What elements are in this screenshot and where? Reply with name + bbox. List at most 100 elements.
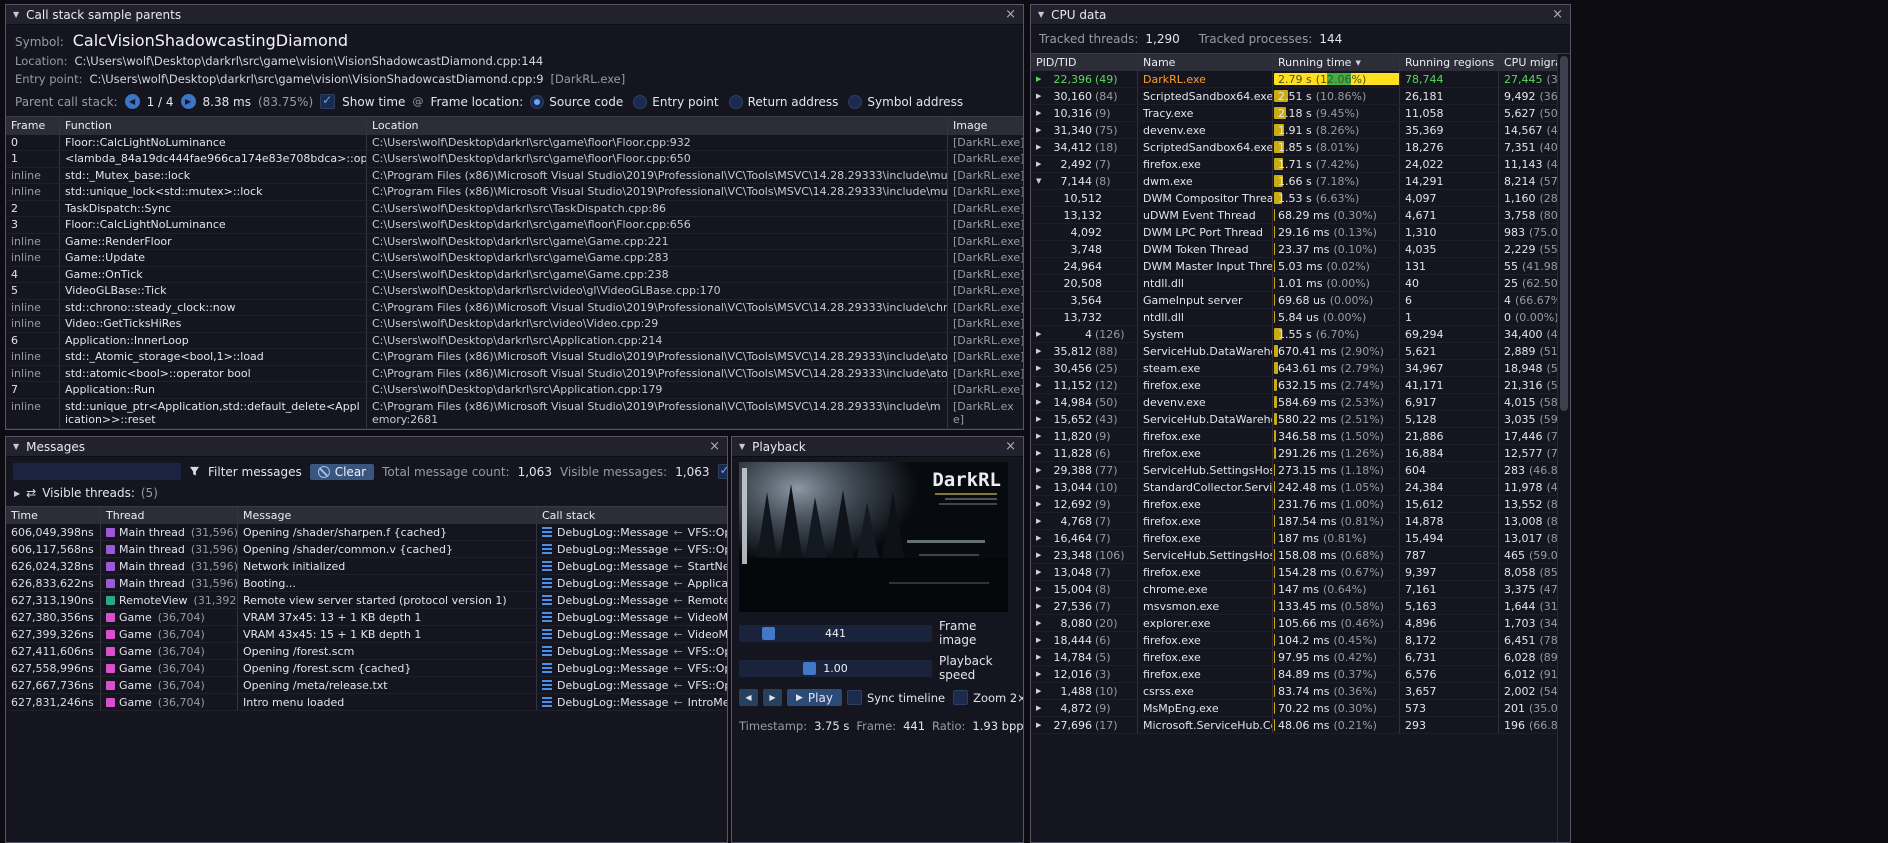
expand-arrow-icon[interactable]: ▼ <box>1036 177 1045 185</box>
callstack-cell[interactable]: DebugLog::Message←Application: <box>537 575 727 591</box>
callstack-cell[interactable]: DebugLog::Message←VFS::Open <box>537 524 727 540</box>
callstack-row[interactable]: inlineGame::RenderFloorC:\Users\wolf\Des… <box>6 234 1023 251</box>
callstack-row[interactable]: inlinestd::chrono::steady_clock::nowC:\P… <box>6 300 1023 317</box>
sync-timeline-checkbox[interactable] <box>847 690 862 705</box>
callstack-row[interactable]: 2TaskDispatch::SyncC:\Users\wolf\Desktop… <box>6 201 1023 218</box>
cpu-row[interactable]: ▶30,160(84)ScriptedSandbox64.exe2.51 s(1… <box>1031 88 1558 105</box>
playback-titlebar[interactable]: ▼ Playback × <box>732 437 1023 457</box>
scrollbar-thumb[interactable] <box>1560 56 1568 411</box>
cpu-row[interactable]: ▶29,388(77)ServiceHub.SettingsHost273.15… <box>1031 462 1558 479</box>
cpu-scrollbar[interactable] <box>1557 54 1570 842</box>
column-header[interactable]: Name <box>1138 54 1273 71</box>
expand-arrow-icon[interactable]: ▶ <box>1036 670 1045 678</box>
cpu-row[interactable]: ▶8,080(20)explorer.exe105.66 ms(0.46%)4,… <box>1031 615 1558 632</box>
expand-arrow-icon[interactable]: ▶ <box>1036 534 1045 542</box>
callstack-row[interactable]: inlineGame::UpdateC:\Users\wolf\Desktop\… <box>6 250 1023 267</box>
show-frame-image-checkbox[interactable] <box>718 464 727 479</box>
cpu-row[interactable]: ▶11,820(9)firefox.exe346.58 ms(1.50%)21,… <box>1031 428 1558 445</box>
cpu-row[interactable]: ▶14,984(50)devenv.exe584.69 ms(2.53%)6,9… <box>1031 394 1558 411</box>
close-icon[interactable]: × <box>1552 8 1563 21</box>
message-row[interactable]: 606,117,568nsMain thread(31,596)Opening … <box>6 541 727 558</box>
cpu-row[interactable]: ▶35,812(88)ServiceHub.DataWarehou670.41 … <box>1031 343 1558 360</box>
cpu-row[interactable]: 13,732ntdll.dll5.84 us(0.00%)10(0.00%) <box>1031 309 1558 326</box>
callstack-row[interactable]: 4Game::OnTickC:\Users\wolf\Desktop\darkr… <box>6 267 1023 284</box>
expand-arrow-icon[interactable]: ▶ <box>1036 551 1045 559</box>
column-header[interactable]: Message <box>238 507 537 524</box>
expand-arrow-icon[interactable]: ▶ <box>1036 704 1045 712</box>
cpu-row[interactable]: ▶11,828(6)firefox.exe291.26 ms(1.26%)16,… <box>1031 445 1558 462</box>
messages-titlebar[interactable]: ▼ Messages × <box>6 437 727 457</box>
message-row[interactable]: 627,313,190nsRemoteView(31,392)Remote vi… <box>6 592 727 609</box>
callstack-row[interactable]: 7Application::RunC:\Users\wolf\Desktop\d… <box>6 382 1023 399</box>
expand-arrow-icon[interactable]: ▶ <box>1036 432 1045 440</box>
callstack-row[interactable]: inlinestd::atomic<bool>::operator boolC:… <box>6 366 1023 383</box>
message-row[interactable]: 627,667,736nsGame(36,704)Opening /meta/r… <box>6 677 727 694</box>
cpu-row[interactable]: ▶18,444(6)firefox.exe104.2 ms(0.45%)8,17… <box>1031 632 1558 649</box>
callstack-cell[interactable]: DebugLog::Message←VFS::Open <box>537 541 727 557</box>
cpu-row[interactable]: ▶31,340(75)devenv.exe1.91 s(8.26%)35,369… <box>1031 122 1558 139</box>
callstack-row[interactable]: inlineVideo::GetTicksHiResC:\Users\wolf\… <box>6 316 1023 333</box>
cpu-row[interactable]: ▶12,016(3)firefox.exe84.89 ms(0.37%)6,57… <box>1031 666 1558 683</box>
cpu-row[interactable]: ▼7,144(8)dwm.exe1.66 s(7.18%)14,2918,214… <box>1031 173 1558 190</box>
callstack-cell[interactable]: DebugLog::Message←VFS::Open <box>537 643 727 659</box>
prev-frame-button[interactable]: ◀ <box>739 689 758 706</box>
cpu-row[interactable]: 4,092DWM LPC Port Thread29.16 ms(0.13%)1… <box>1031 224 1558 241</box>
prev-parent-button[interactable]: ◀ <box>125 94 140 109</box>
column-header[interactable]: Call stack <box>537 507 727 524</box>
callstack-cell[interactable]: DebugLog::Message←IntroMenu:: <box>537 694 727 710</box>
expand-arrow-icon[interactable]: ▶ <box>1036 398 1045 406</box>
cpu-row[interactable]: ▶1,488(10)csrss.exe83.74 ms(0.36%)3,6572… <box>1031 683 1558 700</box>
cpu-row[interactable]: ▶12,692(9)firefox.exe231.76 ms(1.00%)15,… <box>1031 496 1558 513</box>
expand-arrow-icon[interactable]: ▶ <box>1036 687 1045 695</box>
cpu-row[interactable]: ▶14,784(5)firefox.exe97.95 ms(0.42%)6,73… <box>1031 649 1558 666</box>
cpu-row[interactable]: ▶22,396(49)DarkRL.exe2.79 s(12.06%)78,74… <box>1031 71 1558 88</box>
cpu-row[interactable]: ▶15,652(43)ServiceHub.DataWarehou580.22 … <box>1031 411 1558 428</box>
callstack-row[interactable]: 3Floor::CalcLightNoLuminanceC:\Users\wol… <box>6 217 1023 234</box>
cpu-row[interactable]: ▶13,048(7)firefox.exe154.28 ms(0.67%)9,3… <box>1031 564 1558 581</box>
location-path[interactable]: C:\Users\wolf\Desktop\darkrl\src\game\vi… <box>75 54 544 68</box>
callstack-row[interactable]: inlinestd::unique_lock<std::mutex>::lock… <box>6 184 1023 201</box>
callstack-row[interactable]: 1<lambda_84a19dc444fae966ca174e83e708bdc… <box>6 151 1023 168</box>
expand-arrow-icon[interactable]: ▶ <box>1036 449 1045 457</box>
column-header[interactable]: Thread <box>101 507 238 524</box>
callstack-row[interactable]: inlinestd::_Mutex_base::lockC:\Program F… <box>6 168 1023 185</box>
expand-arrow-icon[interactable]: ▶ <box>1036 109 1045 117</box>
expand-arrow-icon[interactable]: ▶ <box>1036 517 1045 525</box>
radio-symbol-address[interactable]: Symbol address <box>848 95 963 109</box>
expand-arrow-icon[interactable]: ▶ <box>1036 636 1045 644</box>
next-parent-button[interactable]: ▶ <box>181 94 196 109</box>
message-row[interactable]: 626,024,328nsMain thread(31,596)Network … <box>6 558 727 575</box>
message-row[interactable]: 627,558,996nsGame(36,704)Opening /forest… <box>6 660 727 677</box>
cpu-row[interactable]: ▶16,464(7)firefox.exe187 ms(0.81%)15,494… <box>1031 530 1558 547</box>
expand-arrow-icon[interactable]: ▶ <box>1036 364 1045 372</box>
filter-input[interactable] <box>13 463 181 480</box>
expand-arrow-icon[interactable]: ▶ <box>1036 585 1045 593</box>
collapse-arrow-icon[interactable]: ▼ <box>1038 10 1044 19</box>
expand-arrow-icon[interactable]: ▶ <box>1036 415 1045 423</box>
play-button[interactable]: ▶ Play <box>787 689 842 706</box>
close-icon[interactable]: × <box>1005 8 1016 21</box>
collapse-arrow-icon[interactable]: ▼ <box>739 442 745 451</box>
cpu-row[interactable]: ▶10,316(9)Tracy.exe2.18 s(9.45%)11,0585,… <box>1031 105 1558 122</box>
expand-arrow-icon[interactable]: ▶ <box>1036 75 1045 83</box>
expand-arrow-icon[interactable]: ▶ <box>1036 466 1045 474</box>
expand-arrow-icon[interactable]: ▶ <box>1036 126 1045 134</box>
collapse-arrow-icon[interactable]: ▼ <box>13 442 19 451</box>
message-row[interactable]: 606,049,398nsMain thread(31,596)Opening … <box>6 524 727 541</box>
callstack-cell[interactable]: DebugLog::Message←VFS::Open <box>537 677 727 693</box>
expand-arrow-icon[interactable]: ▶ <box>1036 721 1045 729</box>
expand-arrow-icon[interactable]: ▶ <box>1036 330 1045 338</box>
cpu-row[interactable]: 20,508ntdll.dll1.01 ms(0.00%)4025(62.50%… <box>1031 275 1558 292</box>
expand-arrow-icon[interactable]: ▶ <box>1036 568 1045 576</box>
visible-threads-row[interactable]: ▶ ⇄ Visible threads: (5) <box>6 485 727 506</box>
cpu-row[interactable]: ▶4,768(7)firefox.exe187.54 ms(0.81%)14,8… <box>1031 513 1558 530</box>
speed-slider[interactable]: 1.00 <box>739 660 932 677</box>
message-row[interactable]: 626,833,622nsMain thread(31,596)Booting.… <box>6 575 727 592</box>
cpu-row[interactable]: ▶34,412(18)ScriptedSandbox64.exe1.85 s(8… <box>1031 139 1558 156</box>
callstack-row[interactable]: 0Floor::CalcLightNoLuminanceC:\Users\wol… <box>6 135 1023 152</box>
cpu-row[interactable]: 13,132uDWM Event Thread68.29 ms(0.30%)4,… <box>1031 207 1558 224</box>
expand-arrow-icon[interactable]: ▶ <box>1036 653 1045 661</box>
callstack-titlebar[interactable]: ▼ Call stack sample parents × <box>6 5 1023 25</box>
close-icon[interactable]: × <box>1005 440 1016 453</box>
expand-arrow-icon[interactable]: ▶ <box>1036 500 1045 508</box>
